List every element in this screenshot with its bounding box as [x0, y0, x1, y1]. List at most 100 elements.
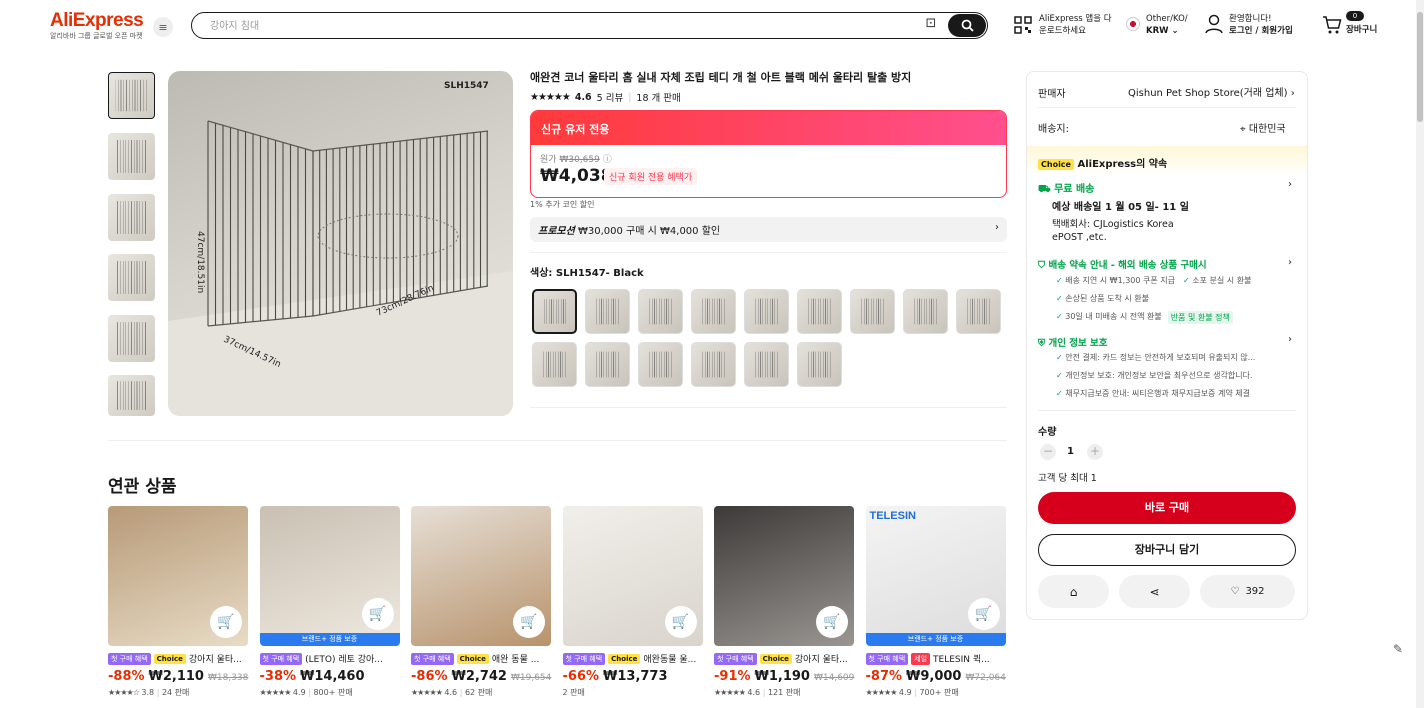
related-rating-row: ★★★★★ 4.9 | 700+ 판매 — [865, 688, 959, 697]
color-variant-option[interactable] — [744, 342, 789, 387]
main-product-image[interactable]: 47cm/18.51in 37cm/14.57in 73cm/28.76in S… — [168, 71, 513, 416]
related-product-name: 애완 동물 ... — [491, 655, 540, 665]
product-thumbnail[interactable] — [108, 254, 155, 301]
app-download-line1: AliExpress 앱을 다 — [1039, 14, 1112, 24]
color-variant-option[interactable] — [585, 342, 630, 387]
brand-guarantee-strip: 브랜드+ 정품 보증 — [259, 633, 400, 646]
color-variant-option[interactable] — [956, 289, 1001, 334]
cart-label[interactable]: 장바구니 — [1346, 24, 1377, 36]
ship-to-label: 배송지: — [1038, 124, 1069, 135]
menu-icon[interactable]: ≡ — [153, 17, 173, 37]
share-button[interactable]: ⋖ — [1119, 575, 1190, 608]
login-link[interactable]: 로그인 / 회원가입 — [1229, 25, 1293, 37]
product-thumbnail[interactable] — [108, 72, 155, 119]
add-to-cart-icon[interactable]: 🛒 — [361, 598, 394, 630]
privacy-shield-icon: ⛨ — [1038, 338, 1046, 349]
related-product-image[interactable]: 브랜드+ 정품 보증 🛒 — [259, 506, 400, 646]
cart-icon[interactable] — [1322, 15, 1342, 35]
chevron-right-icon[interactable]: › — [1288, 179, 1292, 190]
related-price: ₩14,460 — [300, 669, 365, 684]
color-variant-option[interactable] — [532, 342, 577, 387]
search-icon — [961, 19, 974, 32]
color-variant-option[interactable] — [797, 342, 842, 387]
aliexpress-logo[interactable]: AliExpress — [50, 10, 144, 32]
add-to-cart-icon[interactable]: 🛒 — [816, 606, 848, 638]
ship-to-country[interactable]: ⌖ 대한민국 — [1240, 120, 1286, 135]
related-product-image[interactable]: 🛒 — [411, 506, 551, 646]
seller-name[interactable]: Qishun Pet Shop Store(거래 업체) › — [1128, 84, 1295, 99]
color-variants — [532, 289, 1007, 387]
add-to-cart-button[interactable]: 장바구니 담기 — [1038, 534, 1296, 566]
related-product-image[interactable]: TELESIN 브랜드+ 정품 보증 🛒 — [865, 506, 1006, 646]
related-product-card[interactable]: 브랜드+ 정품 보증 🛒 첫 구매 혜택 (LETO) 레토 강아... -38% ₩14… — [259, 506, 400, 698]
product-thumbnail[interactable] — [108, 375, 155, 416]
product-thumbnail[interactable] — [108, 194, 155, 241]
korea-flag-icon — [1126, 17, 1140, 31]
color-variant-option[interactable] — [797, 289, 842, 334]
wishlist-button[interactable]: ♡ 392 — [1200, 575, 1295, 608]
color-variant-option[interactable] — [691, 289, 736, 334]
related-product-card[interactable]: 🛒 첫 구매 혜택 Choice 애완 동물 ... -86% ₩2,742 ₩19,654… — [411, 506, 551, 698]
chevron-right-icon[interactable]: › — [1288, 334, 1292, 345]
feedback-edit-icon[interactable]: ✎ — [1388, 642, 1408, 662]
related-product-image[interactable]: 🛒 — [714, 506, 854, 646]
color-variant-option[interactable] — [532, 289, 577, 334]
add-to-cart-icon[interactable]: 🛒 — [513, 606, 545, 638]
color-variant-option[interactable] — [850, 289, 895, 334]
region-selector[interactable]: Other/KO/ KRW ⌄ — [1146, 13, 1188, 37]
related-product-card[interactable]: 🛒 첫 구매 혜택 Choice 강아지 울타... -88% ₩2,110 ₩18,338… — [108, 506, 248, 698]
refund-policy-link[interactable]: 반품 및 환불 정책 — [1167, 310, 1233, 324]
product-thumbnail[interactable] — [108, 133, 155, 180]
info-icon: ⓘ — [602, 155, 612, 165]
related-product-image[interactable]: 🛒 — [562, 506, 703, 646]
quantity-increase-button[interactable]: + — [1087, 444, 1103, 460]
privacy-item: 채무지급보증 안내: 씨티은행과 채무지급보증 계약 체결 — [1056, 385, 1250, 403]
privacy-title[interactable]: ⛨ 개인 정보 보호 — [1038, 335, 1108, 349]
color-variant-option[interactable] — [638, 342, 683, 387]
color-variant-option[interactable] — [638, 289, 683, 334]
related-product-name: 강아지 울타... — [188, 655, 242, 665]
related-product-card[interactable]: 🛒 첫 구매 혜택 Choice 애완동물 울... -66% ₩13,773 2 판매 — [562, 506, 703, 698]
chevron-right-icon[interactable]: › — [1288, 257, 1292, 268]
qr-code-icon[interactable] — [1014, 16, 1032, 34]
quantity-value[interactable]: 1 — [1067, 446, 1074, 457]
related-product-image[interactable]: 🛒 — [108, 506, 248, 646]
free-shipping[interactable]: ⛟ 무료 배송 — [1038, 180, 1094, 197]
related-rating: 4.9 — [898, 688, 912, 697]
related-product-card[interactable]: 🛒 첫 구매 혜택 Choice 강아지 울타... -91% ₩1,190 ₩14,609… — [714, 506, 854, 698]
product-thumbnail[interactable] — [108, 315, 155, 362]
review-count[interactable]: 5 리뷰 — [597, 90, 624, 104]
color-variant-option[interactable] — [691, 342, 736, 387]
delivery-guarantee-title[interactable]: ⛉ 배송 약속 안내 - 해외 배송 상품 구매시 — [1038, 257, 1207, 271]
related-products-title: 연관 상품 — [108, 477, 177, 497]
color-variant-option[interactable] — [744, 289, 789, 334]
related-product-card[interactable]: TELESIN 브랜드+ 정품 보증 🛒 첫 구매 혜택 세일 TELESIN 퀵... -… — [865, 506, 1006, 698]
search-bar[interactable] — [191, 12, 988, 39]
related-price-row: -87% ₩9,000 ₩72,064 — [866, 669, 1006, 684]
add-to-cart-icon[interactable]: 🛒 — [210, 606, 242, 638]
product-tag: Choice — [456, 653, 489, 664]
app-download[interactable]: AliExpress 앱을 다 운로드하세요 — [1039, 13, 1112, 37]
wishlist-count: 392 — [1245, 586, 1265, 597]
buy-now-button[interactable]: 바로 구매 — [1038, 492, 1296, 524]
related-rating-row: ★★★★★ 4.6 | 62 판매 — [411, 688, 493, 697]
quantity-decrease-button[interactable]: − — [1040, 444, 1056, 460]
account-menu[interactable]: 환영합니다! 로그인 / 회원가입 — [1229, 13, 1293, 37]
related-sold: 2 판매 — [562, 688, 585, 697]
promotion-row[interactable]: 프로모션 ₩30,000 구매 시 ₩4,000 할인 › — [530, 217, 1007, 242]
discount-percent: -87% — [865, 669, 903, 684]
logo-subtitle: 알리바바 그룹 글로벌 오픈 마켓 — [50, 32, 143, 40]
search-button[interactable] — [948, 14, 986, 37]
add-to-cart-icon[interactable]: 🛒 — [967, 598, 1000, 630]
color-variant-option[interactable] — [903, 289, 948, 334]
discount-percent: -66% — [562, 669, 600, 684]
user-icon[interactable] — [1205, 14, 1223, 34]
camera-search-icon[interactable]: ⊡ — [922, 16, 940, 34]
search-input[interactable]: 강아지 침대 — [210, 17, 259, 32]
add-to-cart-icon[interactable]: 🛒 — [664, 606, 697, 638]
scrollbar-thumb[interactable] — [1417, 12, 1423, 122]
store-button[interactable]: ⌂ — [1038, 575, 1109, 608]
chevron-down-icon: ⌄ — [1171, 26, 1179, 36]
guarantee-item: 손상된 상품 도착 시 환불 — [1056, 290, 1149, 308]
color-variant-option[interactable] — [585, 289, 630, 334]
